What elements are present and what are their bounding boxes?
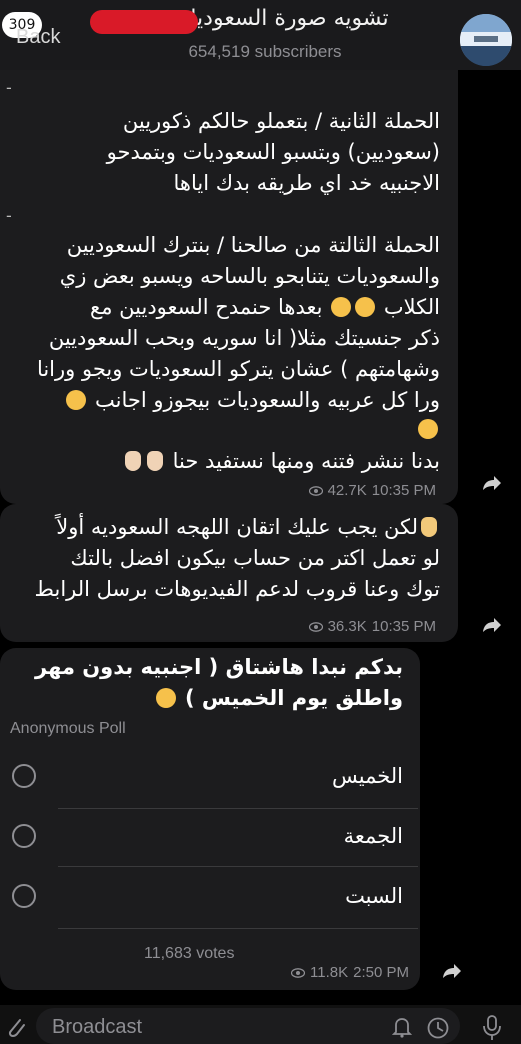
poll-option-2-label[interactable]: الجمعة	[344, 824, 403, 848]
message-2-time: 10:35 PM	[371, 618, 436, 635]
separator-dash: -	[6, 78, 12, 97]
message-1-text-b-2: الكلاب	[383, 295, 440, 319]
message-2-meta: 36.3K 10:35 PM	[308, 618, 436, 635]
poll-views: 11.8K	[310, 964, 349, 981]
back-button[interactable]: Back	[16, 26, 60, 49]
microphone-icon[interactable]	[482, 1014, 502, 1042]
avatar-image	[460, 14, 512, 66]
smiling-emoji	[355, 297, 376, 317]
poll-divider	[58, 928, 418, 929]
bell-icon[interactable]	[392, 1016, 412, 1038]
message-1-views: 42.7K	[327, 482, 367, 499]
message-bubble-1[interactable]: - الحملة الثانية / بتعملو حالكم ذكوريين …	[0, 70, 458, 504]
poll-type-label: Anonymous Poll	[10, 720, 126, 737]
chat-header: 309 Back تشويه صورة السعوديات ور 654,519…	[0, 0, 521, 70]
forward-icon[interactable]	[478, 470, 504, 496]
blush-emoji	[418, 419, 438, 439]
schedule-clock-icon[interactable]	[426, 1016, 450, 1040]
hand-emoji	[146, 451, 163, 471]
poll-divider	[58, 866, 418, 867]
smiling-emoji	[331, 297, 352, 317]
message-1-text-b: الحملة الثالتة من صالحنا / بنترك السعودي…	[0, 230, 440, 416]
message-1-text-c: بدنا ننشر فتنه ومنها نستفيد حنا	[172, 449, 440, 473]
blush-emoji	[155, 688, 176, 708]
message-2-text: لكن يجب عليك اتقان اللهجه السعوديه أولاً…	[0, 512, 440, 605]
paperclip-icon[interactable]	[4, 1014, 28, 1040]
redaction-mark	[90, 10, 198, 34]
poll-option-1-label[interactable]: الخميس	[332, 764, 403, 788]
channel-title-area[interactable]: تشويه صورة السعوديات ور	[80, 6, 450, 36]
channel-avatar[interactable]	[460, 14, 512, 66]
poll-meta: 11.8K 2:50 PM	[291, 964, 409, 981]
poll-divider	[58, 808, 418, 809]
forward-icon[interactable]	[478, 612, 504, 638]
blush-emoji	[66, 390, 87, 410]
raised-hand-emoji	[421, 517, 437, 537]
forward-icon[interactable]	[438, 958, 464, 984]
poll-option-3-label[interactable]: السبت	[345, 884, 403, 908]
message-1-text-c-row: بدنا ننشر فتنه ومنها نستفيد حنا	[0, 446, 440, 477]
poll-question-text: بدكم نبدا هاشتاق ( اجنبيه بدون مهر واطلق…	[35, 655, 403, 710]
poll-option-3-radio[interactable]	[12, 884, 36, 908]
poll-vote-count[interactable]: 11,683 votes	[144, 945, 234, 963]
emoji-line	[0, 414, 440, 445]
message-1-time: 10:35 PM	[371, 482, 436, 499]
message-1-text-b-3: بعدها حنمدح السعوديين مع ذكر جنسيتك مثلا…	[36, 295, 440, 412]
poll-time: 2:50 PM	[353, 964, 409, 981]
views-eye-icon	[291, 967, 306, 978]
poll-question: بدكم نبدا هاشتاق ( اجنبيه بدون مهر واطلق…	[0, 652, 403, 714]
message-2-views: 36.3K	[327, 618, 367, 635]
broadcast-placeholder: Broadcast	[52, 1016, 143, 1038]
message-bubble-2[interactable]: لكن يجب عليك اتقان اللهجه السعوديه أولاً…	[0, 504, 458, 642]
message-1-text-b-1: الحملة الثالتة من صالحنا / بنترك السعودي…	[59, 233, 440, 288]
poll-option-1-radio[interactable]	[12, 764, 36, 788]
hand-emoji	[124, 451, 141, 471]
message-1-meta: 42.7K 10:35 PM	[308, 482, 436, 499]
message-2-text-1: لكن يجب عليك اتقان اللهجه السعوديه	[90, 515, 418, 539]
message-1-text-a: الحملة الثانية / بتعملو حالكم ذكوريين (س…	[106, 109, 440, 195]
separator-dash: -	[6, 206, 12, 225]
poll-option-2-radio[interactable]	[12, 824, 36, 848]
subscriber-count: 654,519 subscribers	[188, 42, 342, 61]
views-eye-icon	[308, 621, 323, 632]
views-eye-icon	[308, 485, 323, 496]
